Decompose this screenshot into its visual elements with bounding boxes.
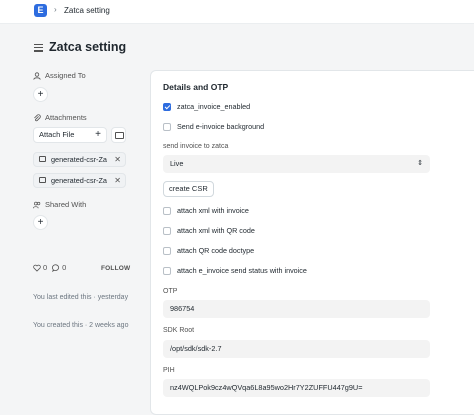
section-title: Details and OTP	[163, 82, 229, 92]
lock-icon	[39, 156, 46, 162]
remove-attachment-icon[interactable]: ✕	[112, 153, 121, 166]
checkbox-unchecked-icon[interactable]	[163, 226, 171, 235]
plus-icon: +	[95, 129, 101, 140]
breadcrumb-separator-icon: ›	[54, 5, 57, 14]
otp-input[interactable]: 986754	[163, 300, 430, 318]
checkbox-unchecked-icon[interactable]	[163, 206, 171, 215]
navbar: E › Zatca setting	[0, 0, 474, 24]
checkbox-label: attach QR code doctype	[177, 246, 255, 255]
checkbox-label: zatca_invoice_enabled	[177, 102, 251, 111]
app-logo[interactable]: E	[34, 4, 47, 17]
select-arrows-icon: ⇕	[417, 160, 423, 167]
checkbox-unchecked-icon[interactable]	[163, 266, 171, 275]
assigned-to-label: Assigned To	[33, 71, 86, 80]
attach-xml-qr-checkbox[interactable]: attach xml with QR code	[163, 226, 255, 235]
send-invoice-select[interactable]: Live ⇕	[163, 155, 430, 173]
checkbox-unchecked-icon[interactable]	[163, 246, 171, 255]
page-header: Zatca setting	[0, 30, 474, 64]
follow-button[interactable]: FOLLOW	[101, 265, 130, 272]
users-icon	[33, 201, 41, 208]
shared-with-label: Shared With	[33, 200, 86, 209]
sdk-root-label: SDK Root	[163, 327, 195, 334]
attachment-name: generated-csr-Za	[51, 176, 107, 185]
user-icon	[33, 71, 41, 80]
checkbox-label: Send e-invoice background	[177, 122, 265, 131]
attach-file-label: Attach File	[39, 130, 75, 139]
zatca-invoice-enabled-checkbox[interactable]: zatca_invoice_enabled	[163, 102, 250, 111]
checkbox-label: attach e_invoice send status with invoic…	[177, 266, 307, 275]
remove-attachment-icon[interactable]: ✕	[112, 174, 121, 187]
send-background-checkbox[interactable]: Send e-invoice background	[163, 122, 264, 131]
breadcrumb[interactable]: Zatca setting	[64, 6, 110, 15]
like-comment-stats: 0 0	[33, 263, 66, 272]
comment-icon[interactable]	[52, 263, 60, 272]
shared-with-text: Shared With	[45, 200, 87, 209]
form-section-card: Details and OTP zatca_invoice_enabled Se…	[150, 70, 474, 415]
otp-label: OTP	[163, 288, 178, 295]
lock-icon	[39, 177, 46, 183]
attach-xml-checkbox[interactable]: attach xml with invoice	[163, 206, 249, 215]
last-edited-info: You last edited this · yesterday	[33, 294, 129, 301]
paperclip-icon	[34, 113, 41, 121]
send-invoice-label: send invoice to zatca	[163, 143, 229, 150]
attachments-text: Attachments	[45, 113, 87, 122]
page-title: Zatca setting	[49, 40, 127, 54]
select-value: Live	[170, 159, 184, 168]
heart-icon[interactable]	[33, 264, 41, 272]
sdk-root-input[interactable]: /opt/sdk/sdk-2.7	[163, 340, 430, 358]
folder-button[interactable]	[111, 127, 126, 143]
create-csr-button[interactable]: create CSR	[163, 181, 214, 197]
attachments-label: Attachments	[33, 113, 87, 122]
add-assignee-button[interactable]: +	[33, 87, 48, 102]
comment-count: 0	[62, 263, 67, 272]
attach-qr-doctype-checkbox[interactable]: attach QR code doctype	[163, 246, 254, 255]
attach-status-checkbox[interactable]: attach e_invoice send status with invoic…	[163, 266, 307, 275]
assigned-to-text: Assigned To	[45, 71, 86, 80]
checkbox-label: attach xml with QR code	[177, 226, 255, 235]
checkbox-unchecked-icon[interactable]	[163, 122, 171, 131]
checkbox-label: attach xml with invoice	[177, 206, 249, 215]
attachment-item[interactable]: generated-csr-Za ✕	[33, 152, 126, 167]
attachment-name: generated-csr-Za	[51, 155, 107, 164]
checkbox-checked-icon[interactable]	[163, 102, 171, 111]
created-info: You created this · 2 weeks ago	[33, 322, 129, 329]
attach-file-button[interactable]: Attach File +	[33, 127, 107, 143]
add-share-button[interactable]: +	[33, 215, 48, 230]
pih-input[interactable]: nz4WQLPok9cz4wQVqa6L8a95wo2Hr7Y2ZUFFU447…	[163, 379, 430, 397]
menu-toggle-icon[interactable]	[34, 44, 43, 54]
pih-label: PIH	[163, 367, 175, 374]
like-count: 0	[43, 263, 48, 272]
attachment-item[interactable]: generated-csr-Za ✕	[33, 173, 126, 188]
